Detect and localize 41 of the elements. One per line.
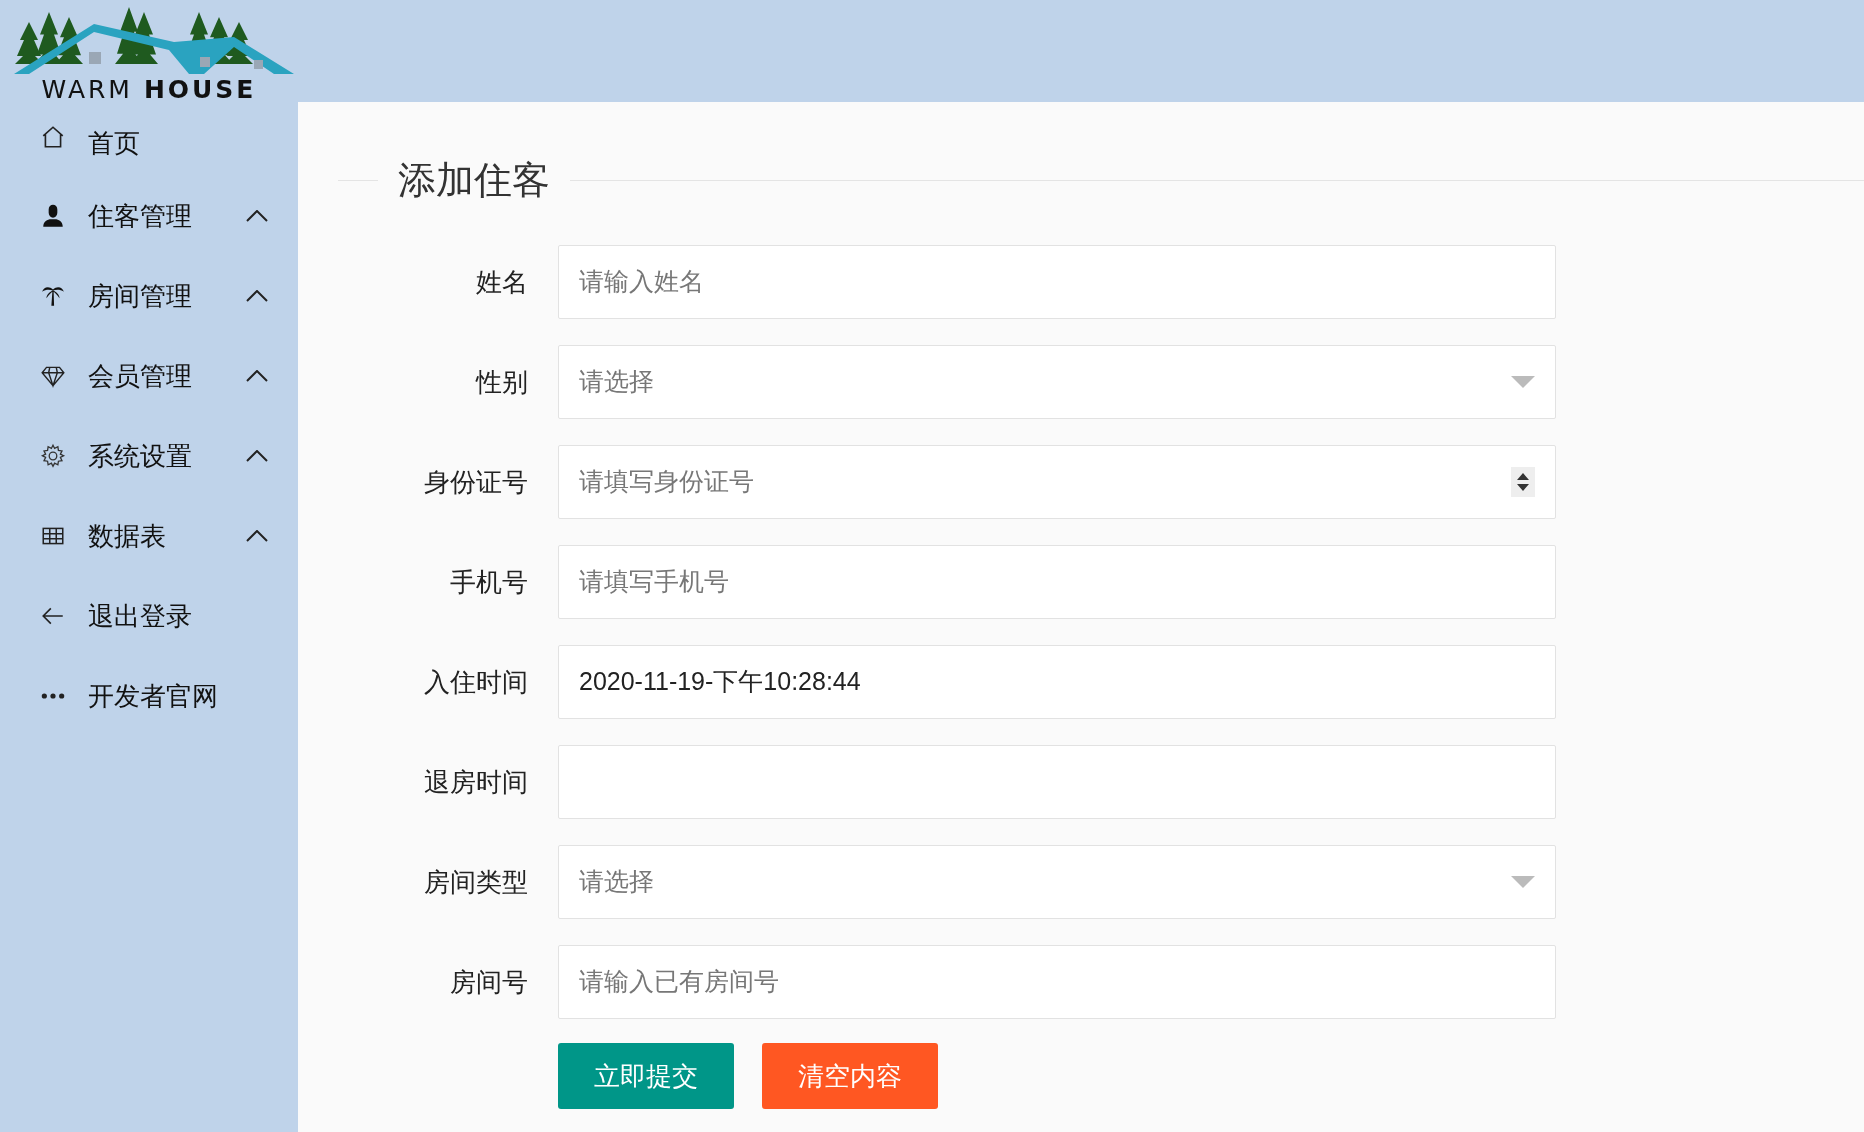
field-placeholder: 请填写手机号 [579, 566, 729, 598]
field-placeholder: 请输入已有房间号 [579, 966, 779, 998]
field-label: 手机号 [449, 565, 528, 599]
field-label: 入住时间 [423, 665, 528, 699]
user-icon [40, 203, 66, 229]
select-field[interactable]: 请选择 [558, 845, 1556, 919]
input-field[interactable]: 请填写身份证号 [558, 445, 1556, 519]
input-field[interactable]: 2020-11-19-下午10:28:44 [558, 645, 1556, 719]
input-field[interactable]: 请输入已有房间号 [558, 945, 1556, 1019]
sidebar-item[interactable]: 开发者官网 [0, 656, 298, 736]
gear-icon [40, 443, 66, 469]
sidebar-item[interactable]: 系统设置 [0, 416, 298, 496]
field-label: 身份证号 [423, 465, 528, 499]
input-field[interactable] [558, 745, 1556, 819]
field-label: 房间类型 [423, 865, 528, 899]
input-field[interactable]: 请输入姓名 [558, 245, 1556, 319]
dropdown-caret-icon [1511, 376, 1535, 388]
select-field[interactable]: 请选择 [558, 345, 1556, 419]
field-label: 姓名 [475, 265, 528, 299]
field-label: 房间号 [449, 965, 528, 999]
field-label: 退房时间 [423, 765, 528, 799]
more-icon [40, 692, 66, 700]
dropdown-caret-icon [1511, 876, 1535, 888]
form-title: 添加住客 [398, 158, 550, 203]
sidebar-item[interactable]: 会员管理 [0, 336, 298, 416]
field-label: 性别 [474, 365, 528, 399]
field-placeholder: 请输入姓名 [579, 266, 704, 298]
sidebar-item[interactable]: 退出登录 [0, 576, 298, 656]
input-field[interactable]: 请填写手机号 [558, 545, 1556, 619]
submit-button[interactable]: 立即提交 [558, 1043, 734, 1109]
sidebar-item[interactable]: 房间管理 [0, 256, 298, 336]
field-placeholder: 请选择 [579, 366, 654, 398]
logo-text: WARM HOUSE [41, 77, 257, 102]
sidebar-item[interactable]: 数据表 [0, 496, 298, 576]
field-placeholder: 请填写身份证号 [579, 466, 754, 498]
home-icon [40, 124, 66, 150]
field-value: 2020-11-19-下午10:28:44 [579, 666, 861, 698]
sidebar-item[interactable]: 住客管理 [0, 176, 298, 256]
sidebar-item[interactable]: 首页 [0, 124, 298, 176]
spinner-arrows-icon [1511, 467, 1535, 497]
field-placeholder: 请选择 [579, 866, 654, 898]
